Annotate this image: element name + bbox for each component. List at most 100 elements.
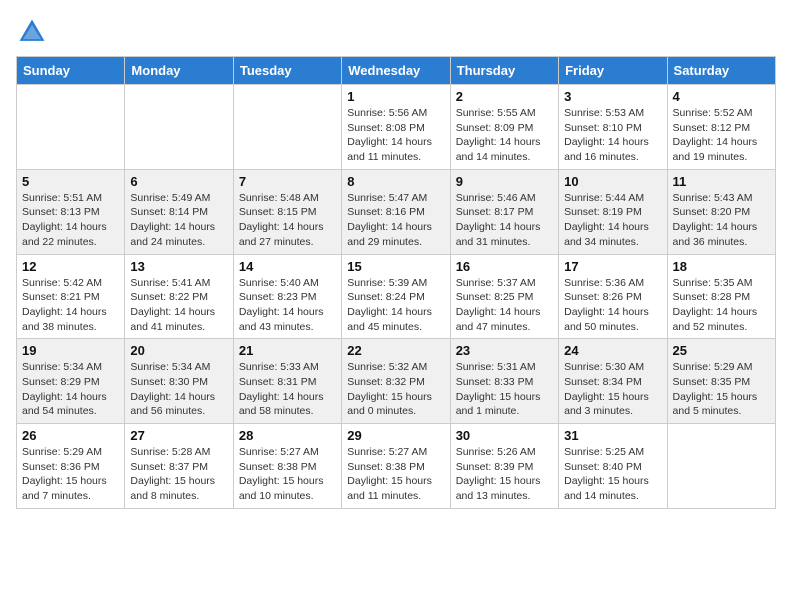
day-info: Sunrise: 5:56 AMSunset: 8:08 PMDaylight:… (347, 106, 444, 165)
day-info: Sunrise: 5:28 AMSunset: 8:37 PMDaylight:… (130, 445, 227, 504)
day-info: Sunrise: 5:41 AMSunset: 8:22 PMDaylight:… (130, 276, 227, 335)
day-info: Sunrise: 5:47 AMSunset: 8:16 PMDaylight:… (347, 191, 444, 250)
calendar-cell: 10 Sunrise: 5:44 AMSunset: 8:19 PMDayligh… (559, 169, 667, 254)
day-number: 27 (130, 428, 227, 443)
calendar-cell: 26 Sunrise: 5:29 AMSunset: 8:36 PMDayligh… (17, 424, 125, 509)
day-number: 28 (239, 428, 336, 443)
day-number: 10 (564, 174, 661, 189)
calendar-cell: 18 Sunrise: 5:35 AMSunset: 8:28 PMDayligh… (667, 254, 775, 339)
calendar-cell: 15Sunrise: 5:39 AMSunset: 8:24 PMDayligh… (342, 254, 450, 339)
day-number: 2 (456, 89, 553, 104)
calendar-cell: 11Sunrise: 5:43 AMSunset: 8:20 PMDayligh… (667, 169, 775, 254)
day-number: 4 (673, 89, 770, 104)
day-number: 24 (564, 343, 661, 358)
calendar-cell: 30 Sunrise: 5:26 AMSunset: 8:39 PMDayligh… (450, 424, 558, 509)
calendar-cell: 21 Sunrise: 5:33 AMSunset: 8:31 PMDayligh… (233, 339, 341, 424)
day-info: Sunrise: 5:36 AMSunset: 8:26 PMDaylight:… (564, 276, 661, 335)
day-number: 15 (347, 259, 444, 274)
day-info: Sunrise: 5:29 AMSunset: 8:36 PMDaylight:… (22, 445, 119, 504)
calendar-cell: 5Sunrise: 5:51 AMSunset: 8:13 PMDaylight… (17, 169, 125, 254)
logo-icon (16, 16, 48, 48)
calendar-table: SundayMondayTuesdayWednesdayThursdayFrid… (16, 56, 776, 509)
calendar-cell: 12 Sunrise: 5:42 AMSunset: 8:21 PMDayligh… (17, 254, 125, 339)
calendar-week-row: 1 Sunrise: 5:56 AMSunset: 8:08 PMDaylight… (17, 85, 776, 170)
weekday-header: Sunday (17, 57, 125, 85)
day-number: 21 (239, 343, 336, 358)
day-info: Sunrise: 5:26 AMSunset: 8:39 PMDaylight:… (456, 445, 553, 504)
calendar-cell: 7 Sunrise: 5:48 AMSunset: 8:15 PMDaylight… (233, 169, 341, 254)
calendar-cell (667, 424, 775, 509)
day-info: Sunrise: 5:30 AMSunset: 8:34 PMDaylight:… (564, 360, 661, 419)
day-info: Sunrise: 5:35 AMSunset: 8:28 PMDaylight:… (673, 276, 770, 335)
calendar-cell: 2 Sunrise: 5:55 AMSunset: 8:09 PMDaylight… (450, 85, 558, 170)
calendar-header-row: SundayMondayTuesdayWednesdayThursdayFrid… (17, 57, 776, 85)
weekday-header: Wednesday (342, 57, 450, 85)
day-number: 31 (564, 428, 661, 443)
day-number: 6 (130, 174, 227, 189)
day-number: 29 (347, 428, 444, 443)
day-number: 7 (239, 174, 336, 189)
day-number: 18 (673, 259, 770, 274)
day-number: 1 (347, 89, 444, 104)
calendar-week-row: 5Sunrise: 5:51 AMSunset: 8:13 PMDaylight… (17, 169, 776, 254)
day-info: Sunrise: 5:33 AMSunset: 8:31 PMDaylight:… (239, 360, 336, 419)
calendar-cell: 24 Sunrise: 5:30 AMSunset: 8:34 PMDayligh… (559, 339, 667, 424)
calendar-cell: 14 Sunrise: 5:40 AMSunset: 8:23 PMDayligh… (233, 254, 341, 339)
day-info: Sunrise: 5:48 AMSunset: 8:15 PMDaylight:… (239, 191, 336, 250)
calendar-cell: 3 Sunrise: 5:53 AMSunset: 8:10 PMDaylight… (559, 85, 667, 170)
day-info: Sunrise: 5:42 AMSunset: 8:21 PMDaylight:… (22, 276, 119, 335)
day-number: 20 (130, 343, 227, 358)
weekday-header: Thursday (450, 57, 558, 85)
weekday-header: Monday (125, 57, 233, 85)
calendar-cell: 8 Sunrise: 5:47 AMSunset: 8:16 PMDaylight… (342, 169, 450, 254)
calendar-cell: 4 Sunrise: 5:52 AMSunset: 8:12 PMDaylight… (667, 85, 775, 170)
calendar-cell: 9 Sunrise: 5:46 AMSunset: 8:17 PMDaylight… (450, 169, 558, 254)
day-number: 14 (239, 259, 336, 274)
day-info: Sunrise: 5:31 AMSunset: 8:33 PMDaylight:… (456, 360, 553, 419)
calendar-cell: 1 Sunrise: 5:56 AMSunset: 8:08 PMDaylight… (342, 85, 450, 170)
day-info: Sunrise: 5:55 AMSunset: 8:09 PMDaylight:… (456, 106, 553, 165)
day-info: Sunrise: 5:49 AMSunset: 8:14 PMDaylight:… (130, 191, 227, 250)
day-number: 16 (456, 259, 553, 274)
day-number: 13 (130, 259, 227, 274)
calendar-cell: 23Sunrise: 5:31 AMSunset: 8:33 PMDayligh… (450, 339, 558, 424)
calendar-cell: 31Sunrise: 5:25 AMSunset: 8:40 PMDayligh… (559, 424, 667, 509)
day-info: Sunrise: 5:27 AMSunset: 8:38 PMDaylight:… (347, 445, 444, 504)
calendar-cell: 20 Sunrise: 5:34 AMSunset: 8:30 PMDayligh… (125, 339, 233, 424)
day-info: Sunrise: 5:52 AMSunset: 8:12 PMDaylight:… (673, 106, 770, 165)
day-info: Sunrise: 5:46 AMSunset: 8:17 PMDaylight:… (456, 191, 553, 250)
day-number: 17 (564, 259, 661, 274)
day-info: Sunrise: 5:34 AMSunset: 8:29 PMDaylight:… (22, 360, 119, 419)
calendar-cell: 27 Sunrise: 5:28 AMSunset: 8:37 PMDayligh… (125, 424, 233, 509)
calendar-cell (125, 85, 233, 170)
calendar-cell: 16Sunrise: 5:37 AMSunset: 8:25 PMDayligh… (450, 254, 558, 339)
day-number: 11 (673, 174, 770, 189)
calendar-week-row: 12 Sunrise: 5:42 AMSunset: 8:21 PMDayligh… (17, 254, 776, 339)
day-info: Sunrise: 5:32 AMSunset: 8:32 PMDaylight:… (347, 360, 444, 419)
calendar-cell: 22 Sunrise: 5:32 AMSunset: 8:32 PMDayligh… (342, 339, 450, 424)
day-info: Sunrise: 5:44 AMSunset: 8:19 PMDaylight:… (564, 191, 661, 250)
weekday-header: Saturday (667, 57, 775, 85)
day-info: Sunrise: 5:34 AMSunset: 8:30 PMDaylight:… (130, 360, 227, 419)
day-number: 5 (22, 174, 119, 189)
day-info: Sunrise: 5:53 AMSunset: 8:10 PMDaylight:… (564, 106, 661, 165)
day-number: 3 (564, 89, 661, 104)
calendar-cell: 29 Sunrise: 5:27 AMSunset: 8:38 PMDayligh… (342, 424, 450, 509)
day-number: 12 (22, 259, 119, 274)
calendar-week-row: 26 Sunrise: 5:29 AMSunset: 8:36 PMDayligh… (17, 424, 776, 509)
day-number: 19 (22, 343, 119, 358)
calendar-cell: 28Sunrise: 5:27 AMSunset: 8:38 PMDayligh… (233, 424, 341, 509)
calendar-cell (233, 85, 341, 170)
calendar-cell: 19 Sunrise: 5:34 AMSunset: 8:29 PMDayligh… (17, 339, 125, 424)
day-number: 30 (456, 428, 553, 443)
calendar-week-row: 19 Sunrise: 5:34 AMSunset: 8:29 PMDayligh… (17, 339, 776, 424)
day-number: 22 (347, 343, 444, 358)
weekday-header: Tuesday (233, 57, 341, 85)
day-info: Sunrise: 5:40 AMSunset: 8:23 PMDaylight:… (239, 276, 336, 335)
day-number: 26 (22, 428, 119, 443)
day-number: 25 (673, 343, 770, 358)
calendar-cell (17, 85, 125, 170)
day-number: 8 (347, 174, 444, 189)
day-number: 9 (456, 174, 553, 189)
weekday-header: Friday (559, 57, 667, 85)
